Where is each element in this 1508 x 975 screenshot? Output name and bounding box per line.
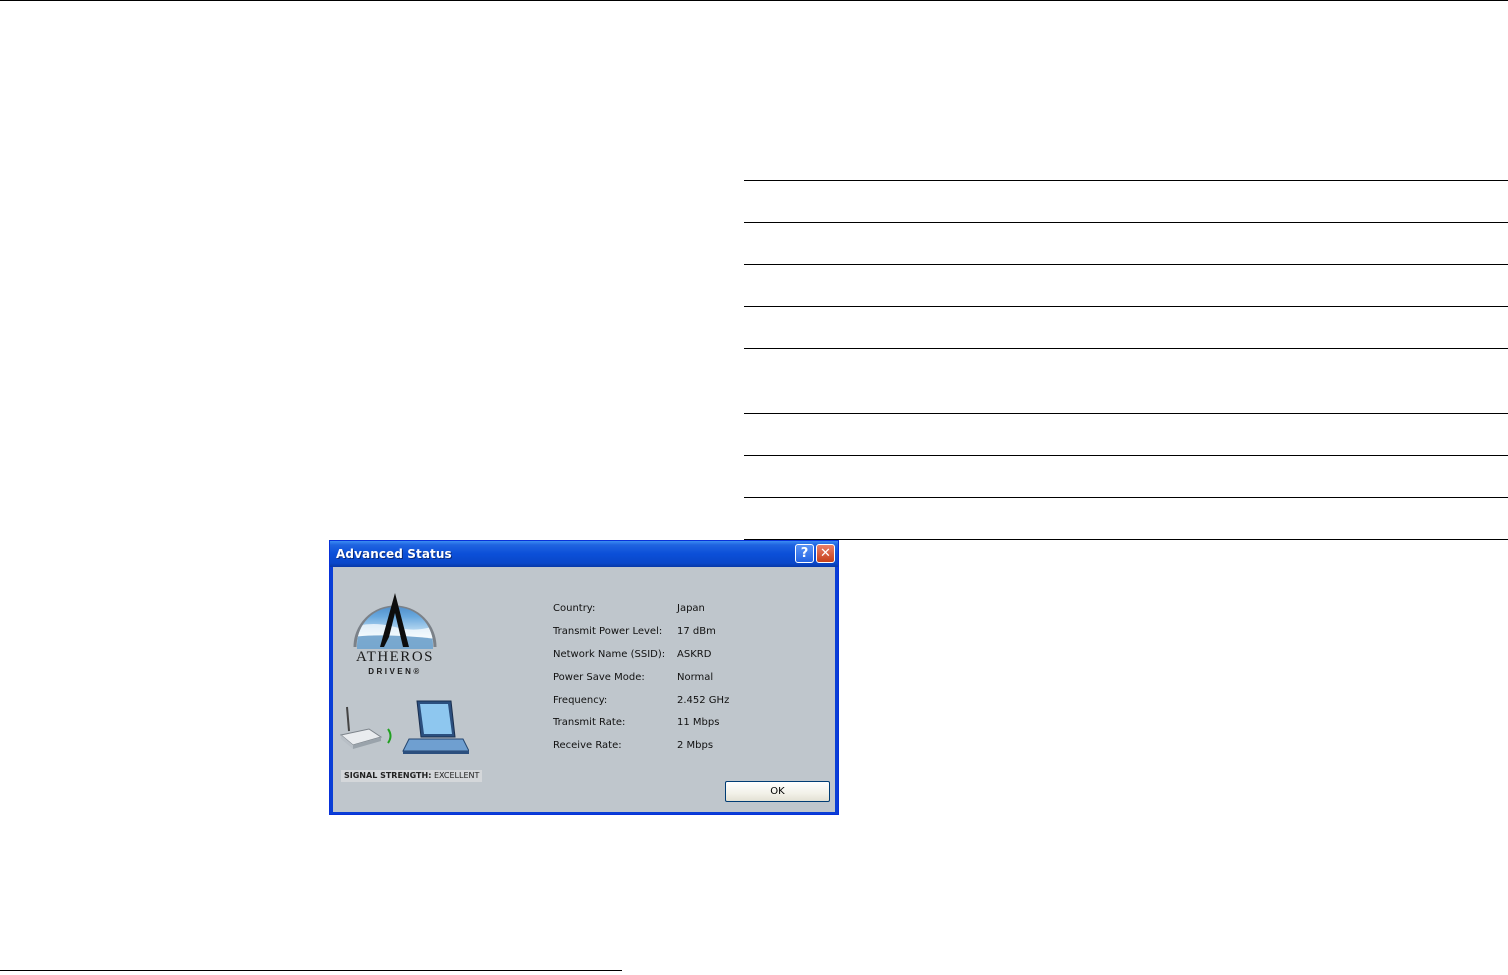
help-icon: ? <box>800 546 809 561</box>
document-page: Advanced Status ? ✕ ATHEROS DRIVEN® SIGN… <box>0 0 1508 975</box>
footnote-rule <box>0 970 622 971</box>
logo-wordmark: ATHEROS <box>355 649 434 665</box>
ok-button[interactable]: OK <box>725 781 830 802</box>
connection-illustration <box>339 699 470 759</box>
table-rule <box>744 455 1508 456</box>
signal-strength-label: SIGNAL STRENGTH: <box>344 771 432 780</box>
table-rule <box>744 497 1508 498</box>
frequency-value: 2.452 GHz <box>677 695 730 706</box>
country-value: Japan <box>677 603 705 614</box>
transmit-power-label: Transmit Power Level: <box>553 626 663 637</box>
atheros-globe-icon <box>353 593 437 649</box>
table-rule <box>744 539 1508 540</box>
table-rule <box>744 222 1508 223</box>
power-save-value: Normal <box>677 672 714 683</box>
dialog-title: Advanced Status <box>336 547 452 561</box>
dialog-client-area: ATHEROS DRIVEN® SIGNAL STRENGTH: EXCELLE… <box>333 567 835 812</box>
dialog-titlebar[interactable]: Advanced Status ? ✕ <box>330 541 838 567</box>
ssid-value: ASKRD <box>677 649 712 660</box>
signal-strength: SIGNAL STRENGTH: EXCELLENT <box>341 770 483 782</box>
atheros-logo: ATHEROS DRIVEN® <box>353 587 437 679</box>
close-button[interactable]: ✕ <box>816 544 835 563</box>
logo-subline: DRIVEN® <box>368 667 422 676</box>
help-button[interactable]: ? <box>795 544 814 563</box>
advanced-status-dialog: Advanced Status ? ✕ ATHEROS DRIVEN® SIGN… <box>329 540 839 815</box>
country-label: Country: <box>553 603 596 614</box>
table-rule <box>744 264 1508 265</box>
transmit-rate-value: 11 Mbps <box>677 717 720 728</box>
signal-strength-value: EXCELLENT <box>433 771 480 780</box>
close-icon: ✕ <box>820 546 831 561</box>
receive-rate-label: Receive Rate: <box>553 740 622 751</box>
table-rule <box>744 348 1508 349</box>
table-rule <box>744 413 1508 414</box>
ssid-label: Network Name (SSID): <box>553 649 666 660</box>
top-rule <box>0 0 1508 1</box>
table-rule <box>744 180 1508 181</box>
frequency-label: Frequency: <box>553 695 608 706</box>
table-rule <box>744 306 1508 307</box>
laptop-icon <box>402 700 470 754</box>
receive-rate-value: 2 Mbps <box>677 740 714 751</box>
router-icon <box>339 706 383 749</box>
power-save-label: Power Save Mode: <box>553 672 645 683</box>
transmit-power-value: 17 dBm <box>677 626 716 637</box>
signal-wave-icon <box>387 728 392 744</box>
transmit-rate-label: Transmit Rate: <box>553 717 626 728</box>
